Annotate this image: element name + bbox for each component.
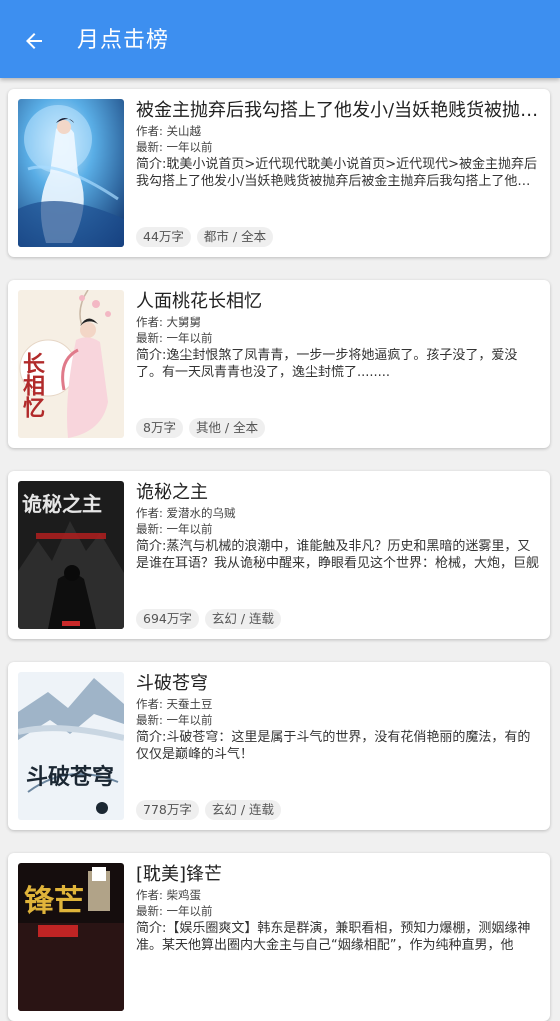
word-count-badge: 778万字 [136,800,199,820]
book-author: 作者: 爱潜水的乌贼 [136,506,236,520]
category-badge: 都市 / 全本 [196,227,274,247]
book-updated: 最新: 一年以前 [136,140,213,154]
book-card[interactable]: 被金主抛弃后我勾搭上了他发小/当妖艳贱货被抛弃后被金主抛弃后我勾搭上了他发小 作… [8,89,550,257]
book-title[interactable]: 诡秘之主 [136,481,540,505]
book-intro: 简介:蒸汽与机械的浪潮中，谁能触及非凡？历史和黑暗的迷雾里，又是谁在耳语？我从诡… [136,539,540,571]
cover-text: 长相忆 [19,352,45,418]
app-bar: 月点击榜 [0,0,560,78]
word-count-badge: 44万字 [136,227,191,247]
category-badge: 玄幻 / 连载 [204,800,282,820]
word-count-badge: 694万字 [136,609,199,629]
book-title[interactable]: 被金主抛弃后我勾搭上了他发小/当妖艳贱货被抛弃后被金主抛弃后我勾搭上了他发小 [136,99,540,123]
book-intro: 简介:逸尘封恨煞了凤青青，一步一步将她逼疯了。孩子没了，爱没了。有一天凤青青也没… [136,348,518,380]
category-badge: 其他 / 全本 [188,418,266,438]
cover-text: 诡秘之主 [22,492,102,516]
book-author: 作者: 天蚕土豆 [136,697,213,711]
book-cover: 长相忆 [18,290,124,438]
book-author: 作者: 关山越 [136,124,202,138]
book-card[interactable]: 锋芒 [耽美]锋芒 作者: 柴鸡蛋 最新: 一年以前 简介:【娱乐圈爽文】韩东是… [8,853,550,1021]
book-tags: 694万字 玄幻 / 连载 [136,609,282,629]
book-tags: 8万字 其他 / 全本 [136,418,266,438]
book-card[interactable]: 长相忆 人面桃花长相忆 作者: 大舅舅 最新: 一年以前 简介:逸尘封恨煞了凤青… [8,280,550,448]
book-card[interactable]: 斗破苍穹 斗破苍穹 作者: 天蚕土豆 最新: 一年以前 简介:斗破苍穹：这里是属… [8,662,550,830]
book-title[interactable]: 斗破苍穹 [136,672,540,696]
cover-text: 锋芒 [24,884,84,919]
category-badge: 玄幻 / 连载 [204,609,282,629]
book-title[interactable]: [耽美]锋芒 [136,863,540,887]
book-intro: 简介:耽美小说首页>近代现代耽美小说首页>近代现代>被金主抛弃后我勾搭上了他发小… [136,157,538,189]
book-cover: 锋芒 [18,863,124,1011]
book-cover: 斗破苍穹 [18,672,124,820]
back-button[interactable] [18,25,50,57]
book-author: 作者: 大舅舅 [136,315,202,329]
page-title: 月点击榜 [77,28,170,53]
book-card[interactable]: 诡秘之主 诡秘之主 作者: 爱潜水的乌贼 最新: 一年以前 简介:蒸汽与机械的浪… [8,471,550,639]
book-updated: 最新: 一年以前 [136,713,213,727]
book-intro: 简介:斗破苍穹：这里是属于斗气的世界，没有花俏艳丽的魔法，有的仅仅是巅峰的斗气！ [136,730,531,762]
arrow-left-icon [26,33,42,49]
book-updated: 最新: 一年以前 [136,522,213,536]
word-count-badge: 8万字 [136,418,183,438]
book-cover: 诡秘之主 [18,481,124,629]
book-title[interactable]: 人面桃花长相忆 [136,290,540,314]
book-tags: 778万字 玄幻 / 连载 [136,800,282,820]
book-updated: 最新: 一年以前 [136,904,213,918]
book-tags: 44万字 都市 / 全本 [136,227,274,247]
book-cover [18,99,124,247]
book-updated: 最新: 一年以前 [136,331,213,345]
book-intro: 简介:【娱乐圈爽文】韩东是群演，兼职看相，预知力爆棚，测姻缘神准。某天他算出圈内… [136,921,531,953]
book-author: 作者: 柴鸡蛋 [136,888,202,902]
cover-text: 斗破苍穹 [26,764,114,790]
